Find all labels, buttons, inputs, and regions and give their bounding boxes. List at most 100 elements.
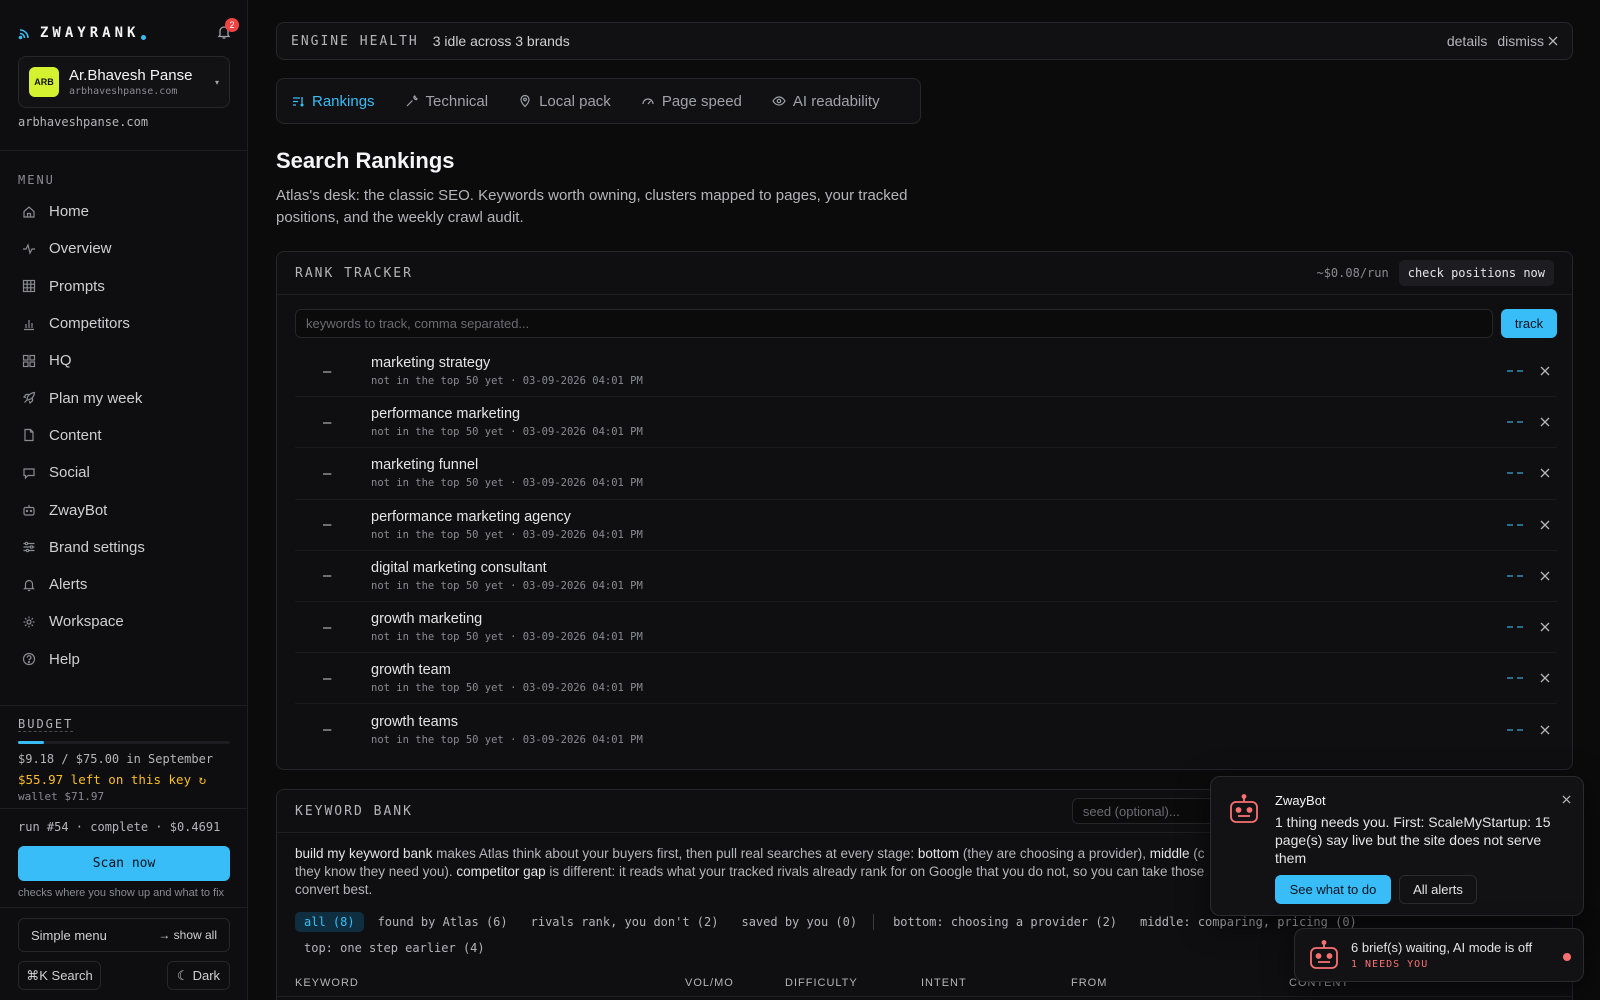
sidebar-item-brand-settings[interactable]: Brand settings [18,529,230,566]
filter-saved-by-you[interactable]: saved by you (0) [732,912,866,932]
sidebar-item-hq[interactable]: HQ [18,342,230,379]
divider [0,907,248,908]
check-positions-button[interactable]: check positions now [1398,260,1554,286]
run-cost: ~$0.08/run [1316,266,1389,280]
close-icon[interactable] [1539,570,1551,582]
column-header-from[interactable]: FROM [1071,977,1107,989]
tab-technical[interactable]: Technical [405,92,489,110]
tab-local-pack[interactable]: Local pack [518,93,611,110]
sidebar-item-label: Home [49,203,90,221]
sidebar-item-overview[interactable]: Overview [18,230,230,267]
app-logo[interactable]: ZWAYRANK [40,25,139,41]
column-header-volume[interactable]: VOL/MO [685,977,734,989]
engine-health-label: ENGINE HEALTH [291,33,419,49]
close-icon[interactable] [1539,724,1551,736]
squares-icon [22,354,36,367]
divider [0,150,248,151]
column-header-intent[interactable]: INTENT [921,977,967,989]
all-alerts-button[interactable]: All alerts [1399,875,1477,904]
sidebar-item-home[interactable]: Home [18,193,230,230]
filter-stage-bottom[interactable]: bottom: choosing a provider (2) [884,912,1126,932]
search-button[interactable]: ⌘K Search [18,961,101,990]
column-header-keyword[interactable]: KEYWORD [295,977,359,989]
divider [0,808,248,809]
grid-icon [22,280,36,293]
desc-text: is different: it reads what your tracked… [545,864,1205,879]
keyword-meta: not in the top 50 yet · 03-09-2026 04:01… [371,579,643,592]
sidebar-item-prompts[interactable]: Prompts [18,268,230,305]
home-icon [23,205,35,218]
brand-switcher[interactable]: ARB Ar.Bhavesh Panse arbhaveshpanse.com … [18,56,230,108]
notification-badge: 2 [225,18,239,32]
sparkline [1507,523,1523,526]
tab-label: Local pack [539,92,611,110]
sidebar-item-alerts[interactable]: Alerts [18,566,230,603]
theme-toggle[interactable]: ☾ Dark [167,961,230,990]
brief-status: 6 brief(s) waiting, AI mode is off [1351,940,1533,955]
chat-icon [23,468,35,480]
filter-stage-top[interactable]: top: one step earlier (4) [295,938,494,958]
filter-rivals-rank[interactable]: rivals rank, you don't (2) [522,912,728,932]
keyword-name: marketing funnel [371,457,479,474]
details-link[interactable]: details [1447,33,1487,49]
close-icon[interactable] [1539,621,1551,633]
dismiss-button[interactable]: dismiss [1497,33,1558,49]
scan-now-button[interactable]: Scan now [18,846,230,881]
sidebar-item-label: HQ [49,352,72,370]
table-row: – marketing funnel not in the top 50 yet … [295,448,1557,500]
wallet-balance: wallet $71.97 [18,790,105,803]
tab-page-speed[interactable]: Page speed [641,93,742,110]
sidebar-item-label: Content [49,426,102,444]
table-row: – performance marketing agency not in the… [295,500,1557,551]
sidebar-item-label: Help [49,650,80,668]
keyword-rank: – [323,669,332,687]
close-icon[interactable] [1539,416,1551,428]
sidebar-item-workspace[interactable]: Workspace [18,603,230,640]
track-button[interactable]: track [1501,309,1557,338]
engine-health-banner: ENGINE HEALTH 3 idle across 3 brands det… [276,22,1573,60]
close-icon[interactable] [1562,795,1571,804]
activity-icon [23,243,35,255]
sidebar-item-plan-my-week[interactable]: Plan my week [18,379,230,416]
sparkline [1507,626,1523,629]
sparkline [1507,472,1523,475]
tab-rankings[interactable]: Rankings [291,93,375,110]
see-what-to-do-button[interactable]: See what to do [1275,875,1391,904]
close-icon[interactable] [1539,365,1551,377]
scan-note: checks where you show up and what to fix [18,887,225,899]
zwaybot-status-card[interactable]: 6 brief(s) waiting, AI mode is off 1 NEE… [1294,928,1584,982]
sidebar-item-help[interactable]: Help [18,641,230,678]
signal-icon [18,29,29,40]
sidebar-item-zwaybot[interactable]: ZwayBot [18,491,230,528]
keyword-meta: not in the top 50 yet · 03-09-2026 04:01… [371,477,643,490]
run-status: run #54 · complete · $0.4691 [18,820,221,834]
simple-menu-label: Simple menu [31,927,107,943]
sidebar-item-content[interactable]: Content [18,417,230,454]
tab-ai-readability[interactable]: AI readability [772,93,880,110]
seed-input[interactable] [1071,798,1214,824]
theme-label: Dark [192,968,221,983]
budget-heading[interactable]: BUDGET [18,717,74,732]
close-icon[interactable] [1539,467,1551,479]
sidebar-item-competitors[interactable]: Competitors [18,305,230,342]
keyword-name: performance marketing [371,406,521,423]
tab-label: Page speed [661,92,742,110]
logo-row: ZWAYRANK 2 [18,18,239,44]
notifications-button[interactable]: 2 [216,18,239,40]
budget-remaining[interactable]: $55.97 left on this key ↻ [18,772,206,787]
pin-icon [520,94,530,108]
column-header-difficulty[interactable]: DIFFICULTY [785,977,858,989]
filter-all[interactable]: all (8) [295,912,364,932]
close-icon[interactable] [1539,672,1551,684]
table-row: – growth marketing not in the top 50 yet … [295,602,1557,654]
keyword-rank: – [323,516,332,534]
sidebar-item-social[interactable]: Social [18,454,230,491]
show-all-link[interactable]: → show all [158,928,217,942]
close-icon[interactable] [1539,519,1551,531]
menu-heading: MENU [18,173,55,187]
tab-label: Technical [425,92,489,110]
simple-menu-toggle[interactable]: Simple menu → show all [18,918,230,952]
track-keywords-input[interactable] [295,309,1493,338]
logo-dot [141,34,147,40]
filter-found-by-atlas[interactable]: found by Atlas (6) [369,912,517,932]
